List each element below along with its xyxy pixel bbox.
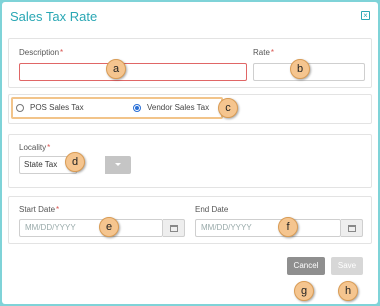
callout-d: d — [65, 152, 85, 172]
callout-f: f — [278, 217, 298, 237]
chevron-down-icon — [115, 163, 121, 166]
pos-sales-tax-radio[interactable] — [16, 104, 24, 112]
sales-tax-rate-dialog: Sales Tax Rate × Description* Rate* POS … — [2, 2, 378, 304]
callout-b: b — [290, 59, 310, 79]
tax-type-panel: POS Sales Tax Vendor Sales Tax — [8, 94, 372, 124]
rate-label: Rate* — [253, 48, 275, 57]
callout-a: a — [106, 59, 126, 79]
end-date-calendar-button[interactable] — [341, 219, 363, 237]
dialog-title: Sales Tax Rate — [10, 9, 98, 24]
description-label: Description* — [19, 48, 64, 57]
start-date-input[interactable]: MM/DD/YYYY — [19, 219, 163, 237]
pos-sales-tax-label: POS Sales Tax — [30, 103, 84, 112]
description-input[interactable] — [19, 63, 247, 81]
vendor-sales-tax-label: Vendor Sales Tax — [147, 103, 210, 112]
dates-panel: Start Date* MM/DD/YYYY End Date MM/DD/YY… — [8, 196, 372, 244]
callout-g: g — [294, 281, 314, 301]
locality-dropdown-button[interactable] — [105, 156, 131, 174]
callout-e: e — [99, 217, 119, 237]
calendar-icon — [170, 225, 178, 232]
cancel-button[interactable]: Cancel — [287, 257, 325, 275]
vendor-sales-tax-radio[interactable] — [133, 104, 141, 112]
tax-type-radio-group: POS Sales Tax Vendor Sales Tax — [11, 97, 223, 119]
callout-c: c — [218, 98, 238, 118]
description-rate-panel: Description* Rate* — [8, 38, 372, 88]
start-date-calendar-button[interactable] — [163, 219, 185, 237]
close-icon[interactable]: × — [361, 11, 370, 20]
locality-panel: Locality* State Tax — [8, 134, 372, 188]
locality-label: Locality* — [19, 143, 51, 152]
calendar-icon — [348, 225, 356, 232]
callout-h: h — [338, 281, 358, 301]
start-date-label: Start Date* — [19, 205, 60, 214]
save-button[interactable]: Save — [331, 257, 363, 275]
end-date-label: End Date — [195, 205, 229, 214]
end-date-input[interactable]: MM/DD/YYYY — [195, 219, 341, 237]
